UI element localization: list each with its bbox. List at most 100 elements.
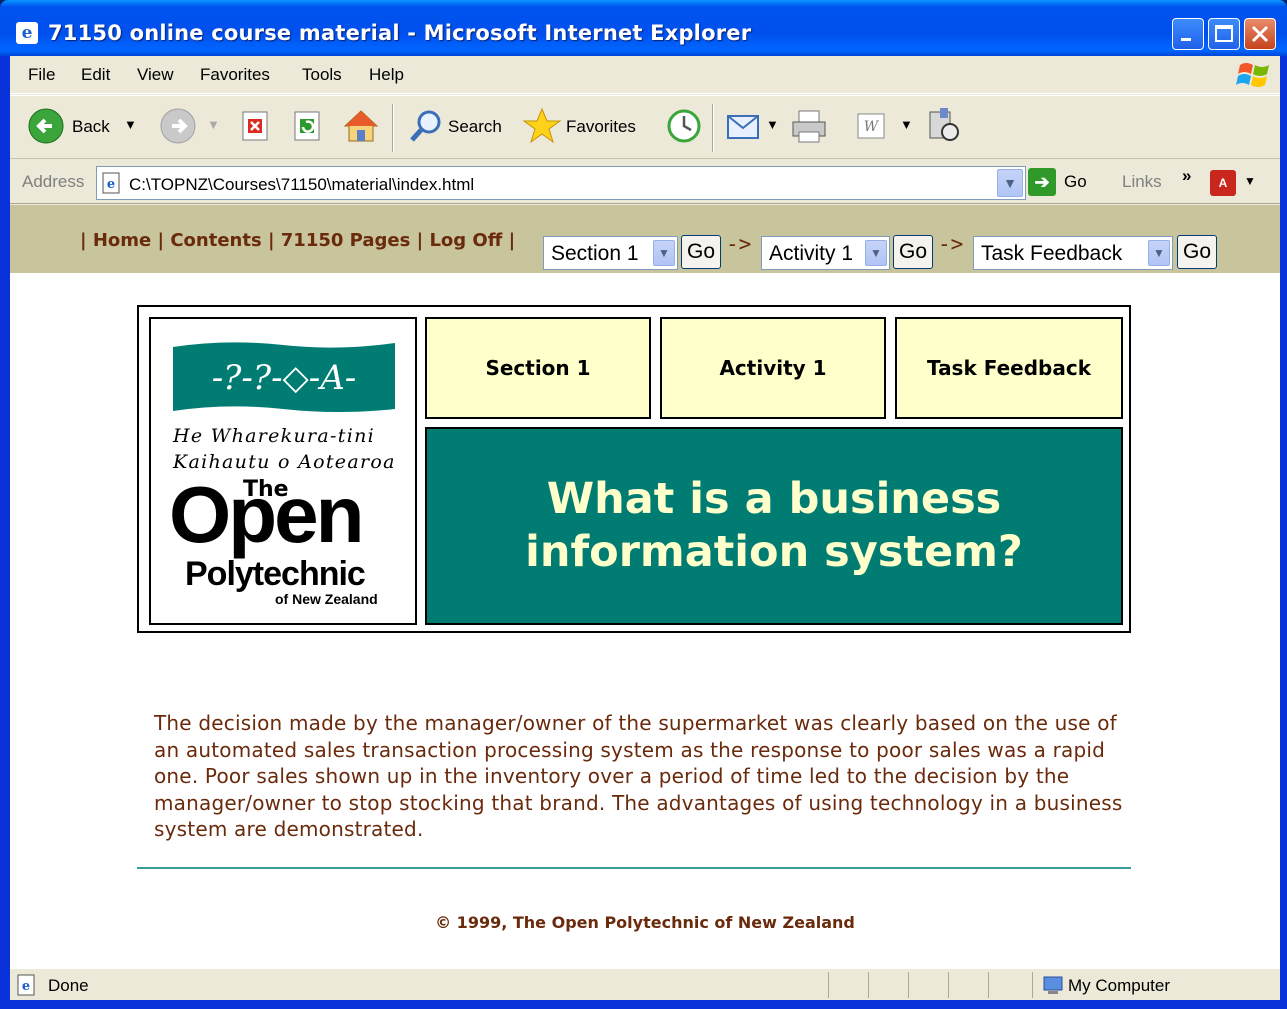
logo-maori-line1: He Wharekura-tini	[173, 425, 375, 447]
address-label: Address	[22, 172, 85, 191]
activity-select[interactable]: Activity 1 ▼	[761, 236, 890, 270]
logo-banner-text: -?-?-◇-A-	[212, 358, 357, 398]
acrobat-dropdown-icon[interactable]: ▼	[1244, 174, 1256, 188]
open-polytechnic-logo: -?-?-◇-A- He Wharekura-tini Kaihautu o A…	[149, 317, 417, 625]
standard-toolbar: Back ▼ ▼ Search Favorites ▼ W ▼	[10, 95, 1280, 159]
chevron-down-icon: ▼	[653, 240, 675, 266]
status-bar: e Done My Computer	[10, 968, 1280, 1000]
course-nav-links[interactable]: | Home | Contents | 71150 Pages | Log Of…	[80, 230, 515, 251]
task-select-value: Task Feedback	[981, 242, 1123, 265]
activity-tab: Activity 1	[660, 317, 886, 419]
logo-the-text: The	[243, 477, 289, 502]
ie-page-icon: e	[102, 172, 120, 194]
menu-bar: File Edit View Favorites Tools Help	[10, 56, 1280, 94]
status-divider	[948, 972, 949, 998]
minimize-button[interactable]	[1172, 18, 1204, 50]
activity-select-value: Activity 1	[769, 242, 854, 265]
section-go-button[interactable]: Go	[681, 235, 721, 269]
menu-file[interactable]: File	[28, 65, 55, 85]
menu-favorites[interactable]: Favorites	[200, 65, 270, 85]
toolbar-separator	[712, 104, 714, 152]
section-tab: Section 1	[425, 317, 651, 419]
windows-logo-icon	[1236, 63, 1269, 87]
menu-tools[interactable]: Tools	[302, 65, 342, 85]
address-bar: Address e C:\TOPNZ\Courses\71150\materia…	[10, 160, 1280, 204]
acrobat-icon[interactable]: A	[1210, 170, 1236, 196]
svg-text:e: e	[22, 979, 30, 994]
search-icon[interactable]	[408, 108, 444, 144]
history-icon[interactable]	[666, 108, 702, 144]
status-divider	[1032, 972, 1033, 998]
section-select[interactable]: Section 1 ▼	[543, 236, 678, 270]
section-select-value: Section 1	[551, 242, 639, 265]
menu-help[interactable]: Help	[369, 65, 404, 85]
copyright: © 1999, The Open Polytechnic of New Zeal…	[435, 913, 855, 932]
divider	[137, 867, 1131, 869]
logo-polytechnic-text: Polytechnic	[185, 555, 366, 593]
activity-go-button[interactable]: Go	[893, 235, 933, 269]
edit-dropdown-icon[interactable]: ▼	[900, 117, 913, 132]
minimize-icon	[1181, 38, 1191, 41]
links-label[interactable]: Links	[1122, 172, 1162, 192]
back-dropdown-icon[interactable]: ▼	[124, 117, 137, 132]
close-icon	[1251, 25, 1269, 43]
stop-icon[interactable]	[240, 110, 272, 142]
title-bar[interactable]: e 71150 online course material - Microso…	[0, 0, 1287, 56]
menu-view[interactable]: View	[137, 65, 174, 85]
go-arrow-icon[interactable]: ➔	[1028, 168, 1056, 196]
favorites-star-icon[interactable]	[522, 106, 562, 146]
forward-dropdown-icon[interactable]: ▼	[207, 117, 220, 132]
security-zone: My Computer	[1068, 976, 1171, 995]
status-divider	[988, 972, 989, 998]
page-viewport: | Home | Contents | 71150 Pages | Log Of…	[10, 205, 1280, 968]
address-input[interactable]: e C:\TOPNZ\Courses\71150\material\index.…	[96, 166, 1026, 200]
refresh-icon[interactable]	[292, 110, 324, 142]
go-button[interactable]: Go	[1064, 172, 1087, 192]
chevron-down-icon: ▼	[865, 240, 887, 266]
logo-banner-icon: -?-?-◇-A-	[173, 342, 395, 412]
back-arrow-icon[interactable]	[28, 108, 64, 144]
links-chevron-icon[interactable]: »	[1182, 166, 1191, 186]
menu-edit[interactable]: Edit	[81, 65, 110, 85]
page-title: What is a business information system?	[525, 474, 1023, 577]
browser-client: File Edit View Favorites Tools Help Back…	[10, 56, 1280, 1000]
forward-arrow-icon[interactable]	[160, 108, 196, 144]
task-tab: Task Feedback	[895, 317, 1123, 419]
mail-icon[interactable]	[726, 110, 762, 142]
window-title: 71150 online course material - Microsoft…	[48, 21, 752, 45]
my-computer-icon	[1043, 976, 1063, 994]
svg-text:W: W	[864, 119, 880, 135]
status-divider	[868, 972, 869, 998]
feedback-paragraph: The decision made by the manager/owner o…	[154, 711, 1123, 842]
edit-word-icon[interactable]: W	[856, 112, 886, 140]
chevron-down-icon: ▼	[1148, 240, 1170, 266]
status-divider	[828, 972, 829, 998]
home-icon[interactable]	[342, 108, 380, 144]
course-header: -?-?-◇-A- He Wharekura-tini Kaihautu o A…	[137, 305, 1131, 633]
print-icon[interactable]	[790, 108, 828, 144]
back-label[interactable]: Back	[72, 117, 110, 137]
task-select[interactable]: Task Feedback ▼	[973, 236, 1173, 270]
toolbar-separator	[392, 104, 394, 152]
logo-maori-text: He Wharekura-tini Kaihautu o Aotearoa	[173, 423, 396, 475]
address-url[interactable]: C:\TOPNZ\Courses\71150\material\index.ht…	[129, 175, 474, 195]
status-divider	[908, 972, 909, 998]
page-title-panel: What is a business information system?	[425, 427, 1123, 625]
logo-nz-text: of New Zealand	[275, 591, 378, 607]
messenger-icon[interactable]	[924, 106, 962, 144]
task-go-button[interactable]: Go	[1177, 235, 1217, 269]
page-done-icon: e	[17, 974, 35, 996]
address-dropdown-icon[interactable]: ▼	[997, 169, 1023, 197]
mail-dropdown-icon[interactable]: ▼	[766, 117, 779, 132]
nav-arrow: ->	[726, 232, 752, 256]
nav-arrow: ->	[938, 232, 964, 256]
svg-text:e: e	[107, 177, 115, 192]
maximize-icon	[1215, 25, 1233, 42]
favorites-label[interactable]: Favorites	[566, 117, 636, 137]
maximize-button[interactable]	[1208, 18, 1240, 50]
browser-window: e 71150 online course material - Microso…	[0, 0, 1287, 1009]
course-nav-bar: | Home | Contents | 71150 Pages | Log Of…	[10, 205, 1280, 273]
close-button[interactable]	[1244, 18, 1276, 50]
ie-app-icon[interactable]: e	[16, 22, 38, 44]
search-label[interactable]: Search	[448, 117, 502, 137]
